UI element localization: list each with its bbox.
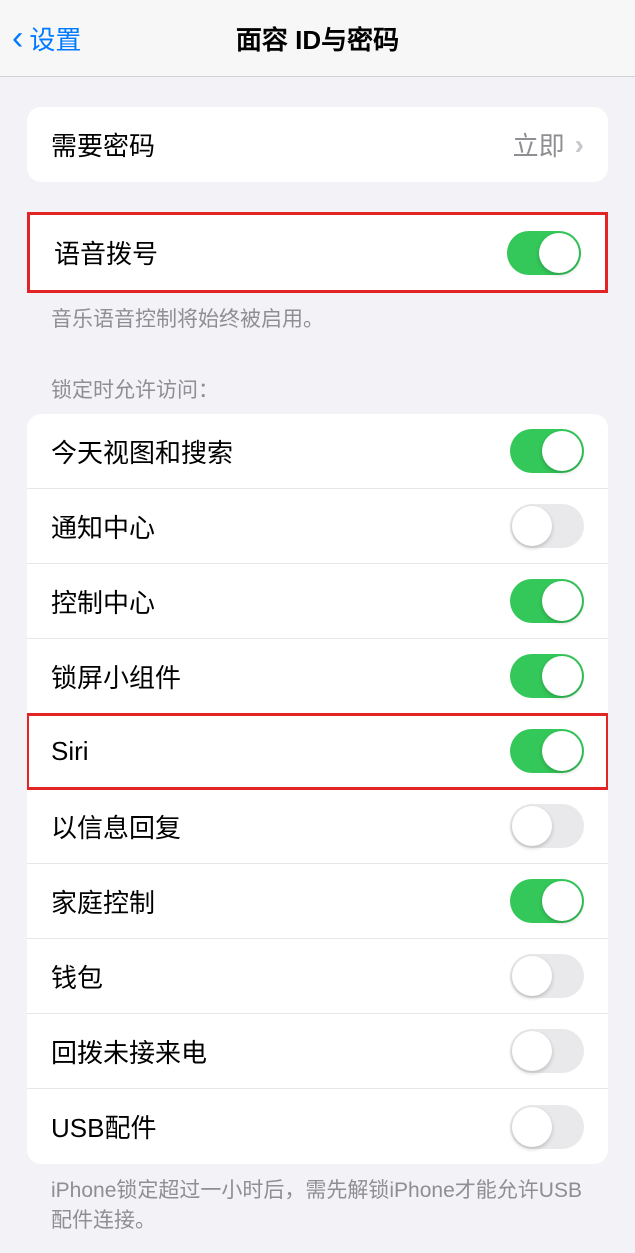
- today-view-toggle[interactable]: [510, 429, 584, 473]
- back-label: 设置: [29, 20, 81, 57]
- lock-widgets-row: 锁屏小组件: [27, 639, 608, 714]
- today-view-row: 今天视图和搜索: [27, 414, 608, 489]
- siri-toggle[interactable]: [510, 729, 584, 773]
- control-center-label: 控制中心: [51, 583, 155, 620]
- home-control-toggle[interactable]: [510, 879, 584, 923]
- callback-label: 回拨未接来电: [51, 1033, 207, 1070]
- allow-access-header: 锁定时允许访问：: [27, 374, 608, 414]
- wallet-label: 钱包: [51, 958, 103, 995]
- voice-dial-footer: 音乐语音控制将始终被启用。: [27, 293, 608, 334]
- chevron-right-icon: ›: [575, 129, 584, 161]
- usb-toggle[interactable]: [510, 1105, 584, 1149]
- voice-dial-section: 语音拨号: [27, 212, 608, 293]
- notification-center-toggle[interactable]: [510, 504, 584, 548]
- navigation-bar: ‹ 设置 面容 ID与密码: [0, 0, 635, 77]
- voice-dial-row: 语音拨号: [30, 215, 605, 290]
- usb-footer: iPhone锁定超过一小时后，需先解锁iPhone才能允许USB 配件连接。: [27, 1164, 608, 1235]
- usb-row: USB配件: [27, 1089, 608, 1164]
- notification-center-row: 通知中心: [27, 489, 608, 564]
- today-view-label: 今天视图和搜索: [51, 433, 233, 470]
- wallet-row: 钱包: [27, 939, 608, 1014]
- control-center-row: 控制中心: [27, 564, 608, 639]
- callback-row: 回拨未接来电: [27, 1014, 608, 1089]
- callback-toggle[interactable]: [510, 1029, 584, 1073]
- reply-message-toggle[interactable]: [510, 804, 584, 848]
- reply-message-row: 以信息回复: [27, 789, 608, 864]
- require-passcode-value-wrap: 立即 ›: [513, 126, 584, 163]
- siri-label: Siri: [51, 736, 89, 767]
- home-control-row: 家庭控制: [27, 864, 608, 939]
- lock-widgets-toggle[interactable]: [510, 654, 584, 698]
- require-passcode-section: 需要密码 立即 ›: [27, 107, 608, 182]
- reply-message-label: 以信息回复: [51, 808, 181, 845]
- wallet-toggle[interactable]: [510, 954, 584, 998]
- require-passcode-label: 需要密码: [51, 126, 155, 163]
- lock-widgets-label: 锁屏小组件: [51, 658, 181, 695]
- voice-dial-label: 语音拨号: [54, 234, 158, 271]
- allow-access-section: 今天视图和搜索 通知中心 控制中心 锁屏小组件 Siri 以信息回复 家庭控制: [27, 414, 608, 1164]
- siri-row: Siri: [27, 714, 608, 789]
- page-title: 面容 ID与密码: [236, 20, 399, 57]
- home-control-label: 家庭控制: [51, 883, 155, 920]
- require-passcode-value: 立即: [513, 126, 565, 163]
- back-chevron-icon: ‹: [12, 19, 23, 58]
- back-button[interactable]: ‹ 设置: [12, 19, 81, 58]
- voice-dial-toggle[interactable]: [507, 231, 581, 275]
- usb-label: USB配件: [51, 1108, 156, 1145]
- control-center-toggle[interactable]: [510, 579, 584, 623]
- require-passcode-row[interactable]: 需要密码 立即 ›: [27, 107, 608, 182]
- notification-center-label: 通知中心: [51, 508, 155, 545]
